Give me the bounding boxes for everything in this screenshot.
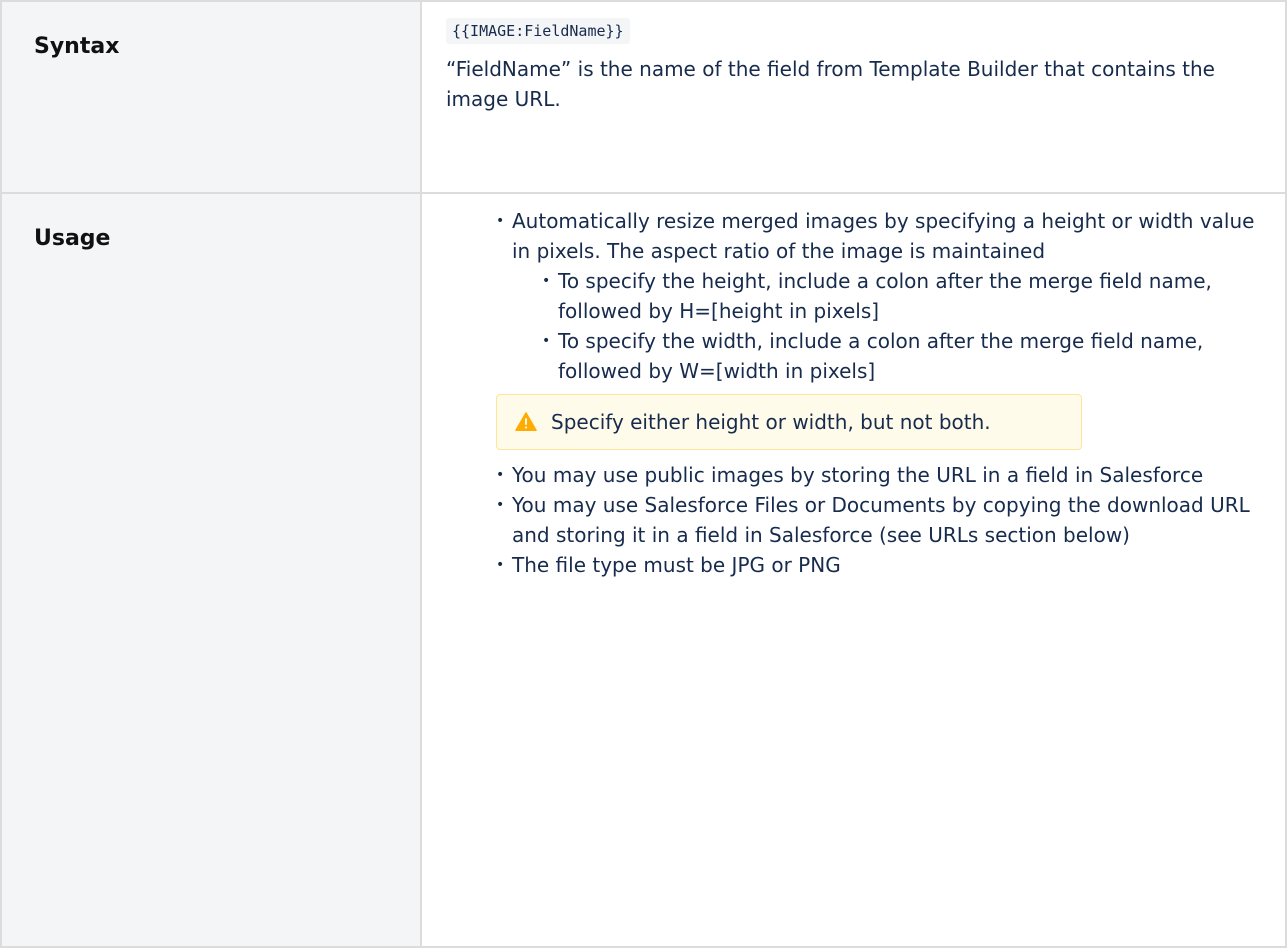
usage-item-text: The file type must be JPG or PNG — [512, 553, 841, 577]
usage-subitem-text: To specify the height, include a colon a… — [558, 269, 1212, 323]
usage-item-text: Automatically resize merged images by sp… — [512, 209, 1255, 263]
usage-item-text: You may use Salesforce Files or Document… — [512, 493, 1250, 547]
syntax-code: {{IMAGE:FieldName}} — [446, 18, 630, 44]
usage-list-more: • You may use public images by storing t… — [446, 460, 1261, 580]
warning-note-text: Specify either height or width, but not … — [551, 410, 991, 434]
list-item: • To specify the width, include a colon … — [542, 326, 1261, 386]
usage-row: Usage • Automatically resize merged imag… — [0, 192, 1287, 948]
usage-label: Usage — [0, 192, 422, 948]
usage-item-text: You may use public images by storing the… — [512, 463, 1204, 487]
list-item: • Automatically resize merged images by … — [496, 206, 1261, 266]
bullet-icon: • — [496, 467, 505, 483]
usage-content: • Automatically resize merged images by … — [420, 192, 1287, 948]
syntax-content: {{IMAGE:FieldName}} “FieldName” is the n… — [420, 0, 1287, 194]
list-item: • You may use public images by storing t… — [496, 460, 1261, 490]
bullet-icon: • — [496, 557, 505, 573]
syntax-label: Syntax — [0, 0, 422, 194]
warning-note: Specify either height or width, but not … — [496, 394, 1082, 450]
bullet-icon: • — [542, 273, 551, 289]
usage-sublist: • To specify the height, include a colon… — [446, 266, 1261, 386]
syntax-row: Syntax {{IMAGE:FieldName}} “FieldName” i… — [0, 0, 1287, 194]
warning-icon — [515, 412, 537, 431]
bullet-icon: • — [496, 213, 505, 229]
bullet-icon: • — [542, 333, 551, 349]
usage-subitem-text: To specify the width, include a colon af… — [558, 329, 1204, 383]
list-item: • The file type must be JPG or PNG — [496, 550, 1261, 580]
usage-list: • Automatically resize merged images by … — [446, 206, 1261, 266]
bullet-icon: • — [496, 497, 505, 513]
list-item: • To specify the height, include a colon… — [542, 266, 1261, 326]
syntax-description: “FieldName” is the name of the field fro… — [446, 57, 1215, 111]
syntax-usage-table: Syntax {{IMAGE:FieldName}} “FieldName” i… — [0, 0, 1287, 948]
list-item: • You may use Salesforce Files or Docume… — [496, 490, 1261, 550]
